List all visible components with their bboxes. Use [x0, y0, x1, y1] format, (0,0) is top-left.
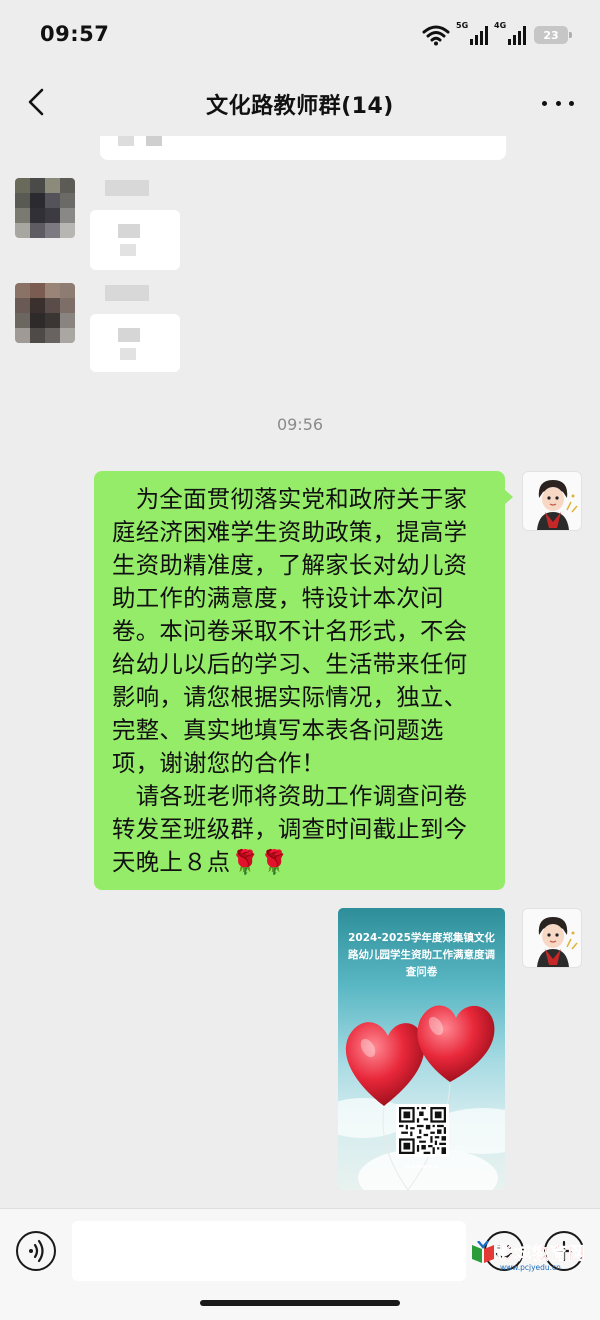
message-input[interactable]: [72, 1221, 466, 1281]
blurred-name-2: [105, 285, 149, 301]
time-divider: 09:56: [276, 415, 324, 434]
network-4g-label: 4G: [494, 21, 507, 30]
cartoon-boy-avatar-icon: [537, 480, 578, 530]
chat-title: 文化路教师群(14): [206, 94, 394, 119]
blurred-message-2: [90, 210, 180, 270]
poster-caption: ▬▬▬▬▬▬: [404, 1163, 439, 1170]
status-icons: 5G 4G 23: [422, 21, 572, 48]
book-logo-icon: [472, 1241, 494, 1263]
voice-input-button[interactable]: [16, 1231, 56, 1271]
more-options-icon[interactable]: [538, 90, 578, 116]
member-avatar-blurred[interactable]: [15, 178, 75, 238]
my-text-message[interactable]: 为全面贯彻落实党和政府关于家庭经济困难学生资助政策，提高学生资助精准度，了解家长…: [94, 471, 513, 890]
member-avatar-blurred[interactable]: [15, 283, 75, 343]
battery-icon: 23: [534, 26, 572, 44]
status-bar: 09:57 5G 4G 23: [0, 0, 600, 70]
my-avatar[interactable]: [522, 908, 582, 968]
cartoon-boy-avatar-icon: [537, 917, 578, 967]
battery-level: 23: [543, 28, 559, 42]
status-time: 09:57: [40, 22, 110, 46]
blurred-message-3: [90, 314, 180, 372]
signal-5g-icon: 5G: [456, 21, 488, 45]
qr-code[interactable]: [396, 1104, 449, 1157]
watermark-name: 彭城教育网: [496, 1244, 586, 1265]
home-indicator[interactable]: [200, 1300, 400, 1306]
survey-poster-image[interactable]: 2024-2025学年度郑集镇文化路幼儿园学生资助工作满意度调查问卷 ▬▬▬▬▬…: [338, 908, 505, 1190]
chat-header: 文化路教师群(14): [0, 70, 600, 136]
signal-4g-icon: 4G: [494, 21, 526, 45]
voice-icon: [29, 1239, 44, 1263]
network-5g-label: 5G: [456, 21, 469, 30]
wifi-icon: [422, 25, 450, 46]
message-text: 为全面贯彻落实党和政府关于家庭经济困难学生资助政策，提高学生资助精准度，了解家长…: [112, 485, 468, 876]
watermark-url: www.pcjyedu.cn: [500, 1263, 561, 1272]
blurred-message-1: [100, 136, 506, 160]
watermark: 彭城教育网 www.pcjyedu.cn: [470, 1239, 588, 1281]
my-avatar[interactable]: [522, 471, 582, 531]
qr-code-icon: [399, 1107, 446, 1154]
blurred-name-1: [105, 180, 149, 196]
